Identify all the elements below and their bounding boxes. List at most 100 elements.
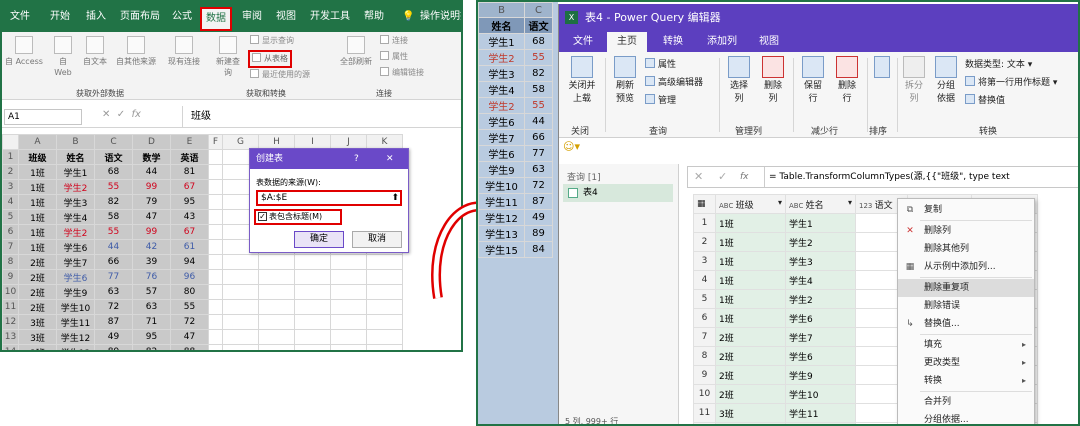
row-number[interactable]: 2 bbox=[693, 232, 716, 252]
help-icon[interactable]: ? bbox=[354, 149, 359, 169]
cell[interactable]: 学生9 bbox=[56, 284, 95, 300]
cell[interactable]: 43 bbox=[170, 209, 209, 225]
row-number[interactable]: 6 bbox=[693, 308, 716, 328]
table-menu-icon[interactable]: ▦ bbox=[693, 194, 716, 214]
cell[interactable]: 47 bbox=[170, 329, 209, 345]
new-query-button[interactable]: 新建查 询 bbox=[214, 36, 242, 78]
manage-item[interactable]: 管理 bbox=[645, 94, 676, 108]
from-text-button[interactable]: 自文本 bbox=[80, 36, 110, 67]
smiley-feedback-icon[interactable]: ☺▾ bbox=[563, 140, 580, 153]
cell[interactable]: 学生11 bbox=[785, 403, 856, 423]
empty-cell[interactable] bbox=[258, 254, 295, 270]
empty-cell[interactable] bbox=[294, 269, 331, 285]
cell[interactable]: 1班 bbox=[715, 213, 786, 233]
cell[interactable]: 2班 bbox=[18, 254, 57, 270]
empty-cell[interactable] bbox=[330, 329, 367, 345]
cell[interactable]: 学生1 bbox=[785, 213, 856, 233]
column-header[interactable]: F bbox=[208, 134, 223, 150]
cell[interactable]: 英语 bbox=[170, 149, 209, 165]
cell[interactable]: 55 bbox=[170, 299, 209, 315]
cell[interactable]: 44 bbox=[132, 164, 171, 180]
formula-cancel-icon[interactable]: ✕ bbox=[694, 167, 703, 187]
use-first-row-as-headers-item[interactable]: 将第一行用作标题 ▾ bbox=[965, 76, 1057, 90]
empty-cell[interactable] bbox=[208, 314, 223, 330]
cell[interactable]: 61 bbox=[170, 239, 209, 255]
empty-cell[interactable] bbox=[330, 269, 367, 285]
row-header[interactable]: 9 bbox=[2, 269, 19, 285]
pq-tab-add-column[interactable]: 添加列 bbox=[697, 32, 747, 52]
cell[interactable]: 3班 bbox=[18, 344, 57, 350]
empty-cell[interactable] bbox=[208, 344, 223, 350]
cell[interactable]: 1班 bbox=[18, 209, 57, 225]
cell[interactable]: 67 bbox=[170, 224, 209, 240]
empty-cell[interactable] bbox=[366, 344, 403, 350]
empty-cell[interactable] bbox=[222, 344, 259, 350]
column-header[interactable]: C bbox=[94, 134, 133, 150]
cell[interactable]: 67 bbox=[170, 179, 209, 195]
row-header[interactable]: 14 bbox=[2, 344, 19, 350]
empty-cell[interactable] bbox=[330, 254, 367, 270]
ok-button[interactable]: 确定 bbox=[294, 231, 344, 248]
row-number[interactable]: 10 bbox=[693, 384, 716, 404]
tab-insert[interactable]: 插入 bbox=[82, 2, 110, 32]
cell[interactable]: 72 bbox=[170, 314, 209, 330]
cell[interactable]: 学生4 bbox=[785, 270, 856, 290]
column-header[interactable]: ABC 班级 ▾ bbox=[715, 194, 786, 214]
choose-columns-button[interactable]: 选择 列 bbox=[723, 56, 755, 106]
cell[interactable]: 44 bbox=[94, 239, 133, 255]
name-box[interactable]: A1 bbox=[4, 109, 82, 125]
row-number[interactable]: 3 bbox=[693, 251, 716, 271]
cell[interactable]: 2班 bbox=[715, 365, 786, 385]
empty-cell[interactable] bbox=[208, 254, 223, 270]
cell[interactable]: 2班 bbox=[715, 384, 786, 404]
empty-cell[interactable] bbox=[330, 299, 367, 315]
empty-cell[interactable] bbox=[258, 284, 295, 300]
empty-cell[interactable] bbox=[222, 254, 259, 270]
existing-connections-button[interactable]: 现有连接 bbox=[164, 36, 204, 67]
empty-cell[interactable] bbox=[366, 329, 403, 345]
tab-file[interactable]: 文件 bbox=[6, 2, 34, 32]
empty-cell[interactable] bbox=[330, 284, 367, 300]
cell[interactable]: 1班 bbox=[18, 194, 57, 210]
empty-cell[interactable] bbox=[208, 179, 223, 195]
cell[interactable]: 学生9 bbox=[785, 365, 856, 385]
cell[interactable]: 学生4 bbox=[56, 209, 95, 225]
cell[interactable]: 82 bbox=[94, 194, 133, 210]
row-number[interactable]: 9 bbox=[693, 365, 716, 385]
empty-cell[interactable] bbox=[208, 164, 223, 180]
cell[interactable]: 学生12 bbox=[785, 422, 856, 424]
empty-cell[interactable] bbox=[208, 149, 223, 165]
query-item-table4[interactable]: 表4 bbox=[563, 184, 673, 202]
empty-cell[interactable] bbox=[208, 299, 223, 315]
column-header[interactable]: E bbox=[170, 134, 209, 150]
refresh-all-button[interactable]: 全部刷新 bbox=[336, 36, 376, 67]
cell[interactable]: 2班 bbox=[715, 346, 786, 366]
cell[interactable]: 学生7 bbox=[785, 327, 856, 347]
properties-item[interactable]: 属性 bbox=[380, 50, 408, 64]
cell[interactable]: 3班 bbox=[18, 314, 57, 330]
cell[interactable]: 87 bbox=[94, 314, 133, 330]
empty-cell[interactable] bbox=[208, 239, 223, 255]
cell[interactable]: 学生2 bbox=[785, 232, 856, 252]
has-headers-checkbox[interactable]: ✓ 表包含标题(M) bbox=[254, 209, 342, 225]
cell[interactable]: 1班 bbox=[715, 251, 786, 271]
empty-cell[interactable] bbox=[222, 314, 259, 330]
pq-tab-view[interactable]: 视图 bbox=[749, 32, 789, 52]
row-header[interactable]: 12 bbox=[2, 314, 19, 330]
cell[interactable]: 72 bbox=[94, 299, 133, 315]
refresh-preview-button[interactable]: 刷新 预览 bbox=[609, 56, 641, 106]
cell[interactable]: 学生10 bbox=[785, 384, 856, 404]
cell[interactable]: 学生12 bbox=[56, 329, 95, 345]
row-header[interactable]: 13 bbox=[2, 329, 19, 345]
cell[interactable]: 99 bbox=[132, 224, 171, 240]
formula-input[interactable]: 班级 bbox=[182, 106, 461, 127]
row-header[interactable]: 5 bbox=[2, 209, 19, 225]
cell[interactable]: 3班 bbox=[18, 329, 57, 345]
row-number[interactable]: 12 bbox=[693, 422, 716, 424]
cell[interactable]: 76 bbox=[132, 269, 171, 285]
menu-item-merge-columns[interactable]: 合并列 bbox=[898, 393, 1034, 411]
cell[interactable]: 58 bbox=[94, 209, 133, 225]
source-range-input[interactable]: $A:$E ⬆ bbox=[256, 190, 402, 206]
tab-view[interactable]: 视图 bbox=[272, 2, 300, 32]
remove-rows-button[interactable]: 删除 行 bbox=[831, 56, 863, 106]
